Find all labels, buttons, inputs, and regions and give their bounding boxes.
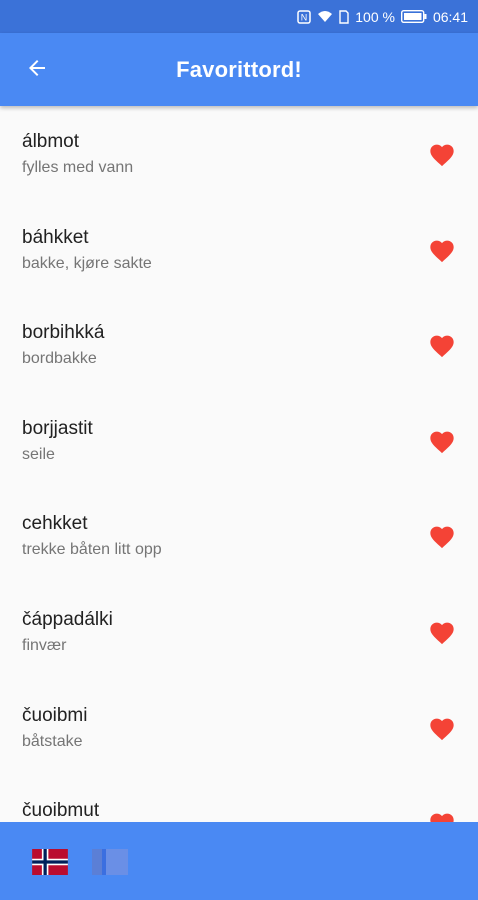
word-translation: fylles med vann — [22, 159, 134, 176]
word-translation: bordbakke — [22, 350, 97, 368]
app-bar: Favorittord! — [0, 33, 478, 106]
language-sami-button[interactable] — [92, 849, 128, 875]
heart-icon[interactable] — [428, 810, 456, 822]
battery-icon — [400, 10, 427, 23]
word-title: čáppadálki — [22, 608, 113, 630]
heart-icon[interactable] — [428, 523, 456, 549]
word-translation: bakke, kjøre sakte — [22, 254, 152, 272]
list-item[interactable]: čuoibmi båtstake — [0, 680, 478, 776]
sim-icon — [339, 9, 349, 24]
list-item[interactable]: čuoibmut — [0, 775, 478, 822]
bottom-bar — [0, 822, 478, 900]
svg-text:N: N — [301, 12, 308, 22]
favorite-words-list[interactable]: álbmot fylles med vann báhkket bakke, kjøre… — [0, 106, 478, 822]
word-title: čuoibmi — [22, 704, 88, 726]
word-title: borbihkká — [22, 322, 105, 344]
word-title: álbmot — [22, 131, 80, 152]
list-item[interactable]: čáppadálki finvær — [0, 584, 478, 680]
language-norwegian-button[interactable] — [32, 849, 68, 875]
word-translation: båtstake — [22, 732, 83, 750]
heart-icon[interactable] — [428, 332, 456, 358]
list-item[interactable]: báhkket bakke, kjøre sakte — [0, 202, 478, 298]
page-title: Favorittord! — [176, 56, 302, 82]
wifi-icon — [317, 10, 333, 24]
list-item[interactable]: álbmot fylles med vann — [0, 106, 478, 202]
heart-icon[interactable] — [428, 141, 456, 167]
list-item[interactable]: cehkket trekke båten litt opp — [0, 488, 478, 584]
word-translation: trekke båten litt opp — [22, 541, 162, 559]
word-translation: seile — [22, 445, 55, 463]
word-title: báhkket — [22, 226, 89, 248]
heart-icon[interactable] — [428, 237, 456, 263]
word-title: cehkket — [22, 513, 88, 535]
list-item[interactable]: borjjastit seile — [0, 393, 478, 489]
heart-icon[interactable] — [428, 619, 456, 645]
nfc-icon: N — [297, 9, 311, 24]
clock: 06:41 — [432, 8, 468, 25]
battery-percent: 100 % — [355, 8, 395, 25]
word-translation: finvær — [22, 636, 67, 654]
word-title: čuoibmut — [22, 800, 100, 822]
list-item[interactable]: borbihkká bordbakke — [0, 297, 478, 393]
norway-flag-icon — [32, 849, 68, 879]
sami-flag-icon — [92, 849, 128, 879]
status-bar: N 100 % 06:41 — [0, 0, 478, 33]
word-title: borjjastit — [22, 417, 93, 439]
heart-icon[interactable] — [428, 715, 456, 741]
heart-icon[interactable] — [428, 428, 456, 454]
